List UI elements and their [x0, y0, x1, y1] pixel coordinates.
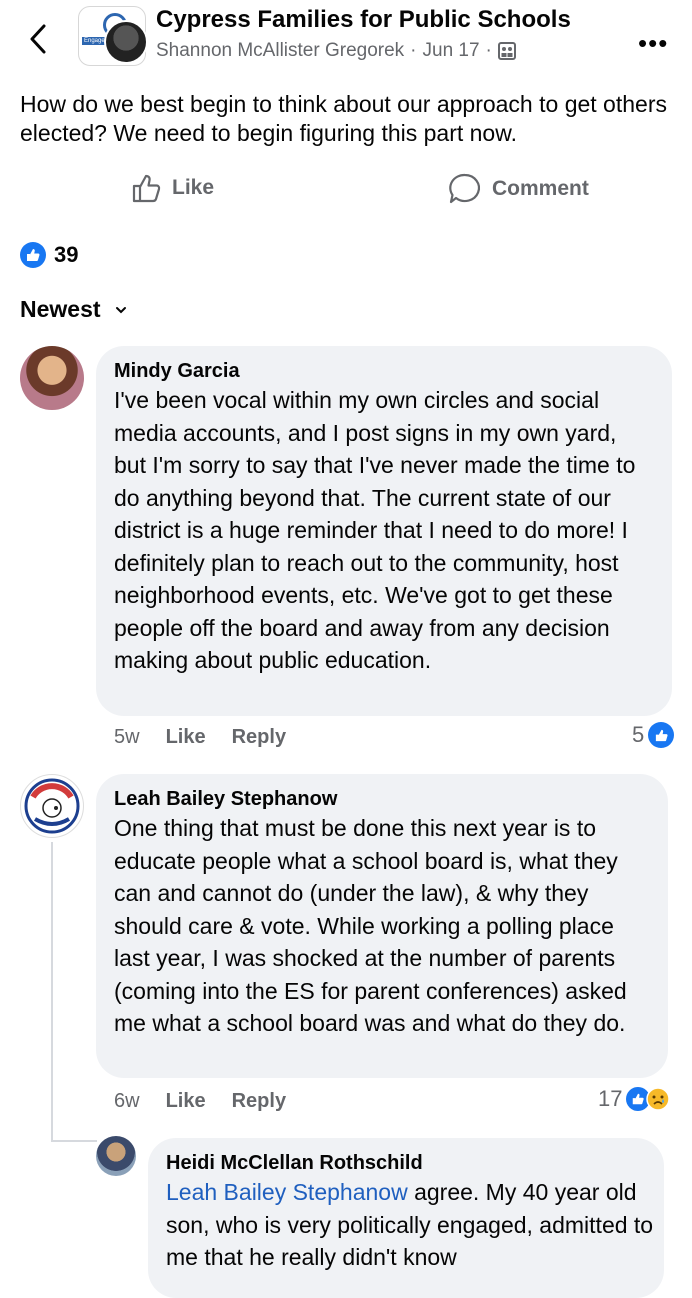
reply-text-block: Leah Bailey Stephanow agree. My 40 year …: [166, 1176, 656, 1274]
post-body: How do we best begin to think about our …: [20, 91, 667, 146]
sad-reaction-icon: [646, 1087, 671, 1111]
mention-tag[interactable]: Leah Bailey Stephanow: [166, 1179, 408, 1205]
comment-reactions[interactable]: 17: [598, 1086, 671, 1112]
comment-label: Comment: [492, 177, 589, 200]
thumbs-up-icon: [132, 174, 161, 203]
commenter-name[interactable]: Mindy Garcia: [114, 360, 240, 383]
reaction-summary[interactable]: 39: [20, 242, 78, 268]
snoopy-badge-icon: [24, 778, 80, 834]
reaction-count: 39: [54, 242, 79, 267]
meta-separator: ·: [410, 40, 417, 61]
like-label: Like: [172, 176, 215, 199]
thread-branch: [51, 1140, 97, 1142]
comment-reaction-count: 17: [598, 1086, 623, 1111]
post-meta: Shannon McAllister Gregorek · Jun 17 ·: [156, 40, 516, 62]
thread-line: [51, 842, 53, 1142]
comment-like-button[interactable]: Like: [166, 726, 206, 749]
sort-dropdown[interactable]: Newest: [20, 296, 127, 323]
chevron-left-icon: [30, 24, 46, 54]
comment-actions: 6w Like Reply: [114, 1090, 286, 1113]
back-button[interactable]: [22, 22, 56, 56]
comment-reaction-count: 5: [632, 722, 645, 747]
commenter-avatar[interactable]: [20, 774, 84, 838]
comment-actions: 5w Like Reply: [114, 726, 286, 749]
like-button[interactable]: Like: [130, 172, 214, 204]
comment-time: 5w: [114, 726, 140, 748]
commenter-name[interactable]: Leah Bailey Stephanow: [114, 788, 337, 811]
comment-text: I've been vocal within my own circles an…: [114, 387, 636, 673]
chevron-down-icon: [115, 306, 126, 313]
group-name[interactable]: Cypress Families for Public Schools: [156, 6, 571, 34]
comment-reply-button[interactable]: Reply: [232, 1090, 286, 1113]
group-avatar-label: Engage: [82, 37, 107, 45]
author-avatar[interactable]: [104, 20, 148, 64]
reply-author-name[interactable]: Heidi McClellan Rothschild: [166, 1152, 423, 1175]
comment-bubble-icon: [449, 173, 481, 204]
like-reaction-icon: [648, 722, 675, 748]
author-name[interactable]: Shannon McAllister Gregorek: [156, 40, 404, 62]
comment-reactions[interactable]: 5: [632, 722, 675, 748]
commenter-avatar[interactable]: [20, 346, 84, 410]
more-options-button[interactable]: •••: [638, 28, 668, 59]
comment-reply-button[interactable]: Reply: [232, 726, 286, 749]
comment-like-button[interactable]: Like: [166, 1090, 206, 1113]
like-reaction-icon: [20, 242, 46, 268]
reply-avatar[interactable]: [96, 1136, 136, 1176]
meta-separator-2: ·: [485, 40, 492, 61]
comment-time: 6w: [114, 1090, 140, 1112]
comment-button[interactable]: Comment: [448, 172, 589, 206]
sort-label: Newest: [20, 296, 101, 322]
post-date[interactable]: Jun 17: [423, 40, 480, 62]
comment-text: One thing that must be done this next ye…: [114, 815, 627, 1036]
members-icon: [497, 42, 516, 60]
